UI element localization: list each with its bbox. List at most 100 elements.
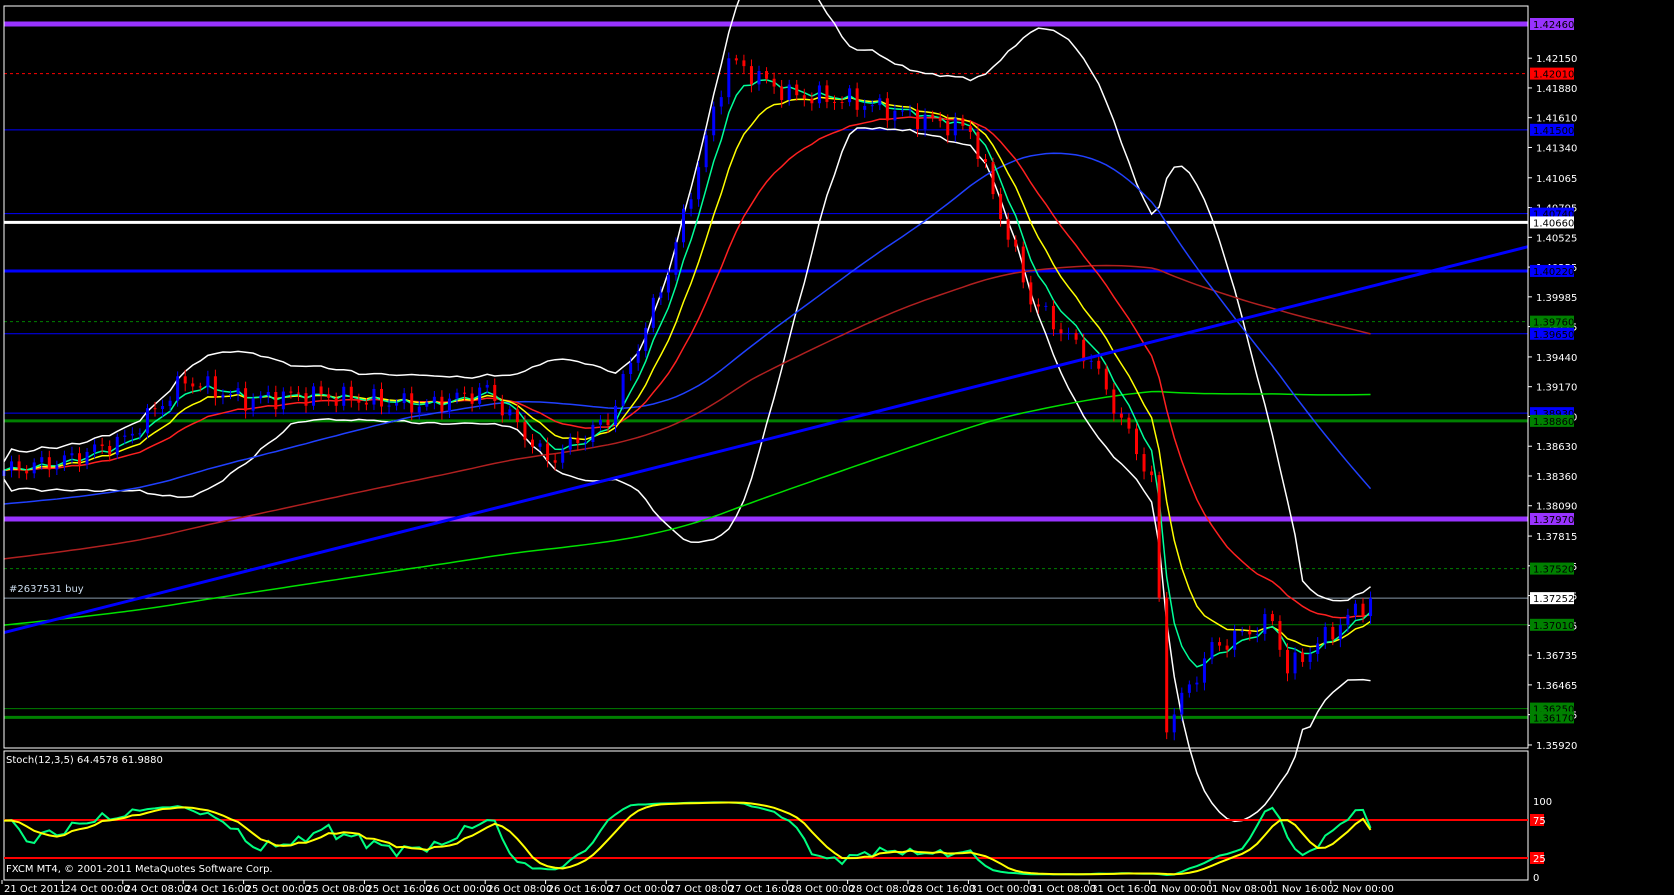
candle-body bbox=[213, 376, 217, 398]
candle-body bbox=[236, 388, 240, 394]
candle-body bbox=[1097, 360, 1101, 369]
candle-body bbox=[900, 110, 904, 112]
candle-body bbox=[1225, 645, 1229, 650]
candle-body bbox=[70, 453, 74, 456]
candle-body bbox=[863, 105, 867, 110]
candle-body bbox=[463, 392, 467, 394]
candle-body bbox=[953, 118, 957, 136]
price-tag: 1.40660 bbox=[1533, 218, 1574, 229]
candle-body bbox=[410, 393, 414, 413]
candle-body bbox=[704, 135, 708, 168]
stoch-level-label: 25 bbox=[1533, 854, 1546, 865]
x-tick-label: 25 Oct 16:00 bbox=[366, 884, 431, 895]
candle-body bbox=[1293, 652, 1297, 674]
candle-body bbox=[772, 78, 776, 87]
x-tick-label: 28 Oct 16:00 bbox=[910, 884, 975, 895]
candle-body bbox=[25, 470, 29, 474]
candle-body bbox=[674, 242, 678, 275]
candle-body bbox=[1067, 333, 1071, 335]
y-tick-label: 1.41880 bbox=[1536, 84, 1577, 95]
candle-body bbox=[372, 388, 376, 405]
candle-body bbox=[100, 444, 104, 447]
candle-body bbox=[659, 292, 663, 298]
price-tag: 1.42010 bbox=[1533, 70, 1574, 81]
trendline[interactable] bbox=[3, 245, 1529, 634]
y-tick-label: 1.38630 bbox=[1536, 442, 1577, 453]
candle-body bbox=[855, 88, 859, 110]
candle-body bbox=[380, 388, 383, 407]
main-pane-border bbox=[3, 5, 1529, 749]
candle-body bbox=[1112, 389, 1116, 414]
y-tick-label: 1.41065 bbox=[1536, 174, 1577, 185]
candle-body bbox=[281, 391, 285, 410]
x-tick-label: 25 Oct 00:00 bbox=[246, 884, 311, 895]
x-tick-label: 26 Oct 00:00 bbox=[427, 884, 492, 895]
x-tick-label: 25 Oct 08:00 bbox=[306, 884, 371, 895]
candle-body bbox=[568, 437, 572, 450]
y-tick-label: 1.40525 bbox=[1536, 233, 1577, 244]
candle-body bbox=[1172, 714, 1176, 733]
candle-body bbox=[1059, 329, 1063, 334]
candle-body bbox=[145, 408, 149, 434]
candle-body bbox=[938, 117, 942, 122]
candle-body bbox=[719, 97, 723, 107]
candle-body bbox=[961, 118, 965, 126]
y-tick-label: 1.38360 bbox=[1536, 472, 1577, 483]
candle-body bbox=[795, 84, 799, 96]
candle-body bbox=[266, 392, 270, 396]
copyright-label: FXCM MT4, © 2001-2011 MetaQuotes Softwar… bbox=[6, 864, 273, 875]
y-tick-label: 1.41610 bbox=[1536, 114, 1577, 125]
candle-body bbox=[1029, 282, 1033, 305]
ema-slow-line bbox=[3, 116, 1371, 619]
candle-body bbox=[349, 386, 353, 401]
candle-body bbox=[47, 457, 51, 470]
candle-body bbox=[780, 86, 784, 100]
candle-body bbox=[682, 208, 685, 243]
candle-body bbox=[304, 393, 308, 406]
price-tag: 1.41500 bbox=[1533, 126, 1574, 137]
candle-body bbox=[976, 131, 980, 159]
x-tick-label: 27 Oct 00:00 bbox=[608, 884, 673, 895]
candle-body bbox=[1353, 603, 1357, 615]
price-tag: 1.39650 bbox=[1533, 330, 1574, 341]
x-tick-label: 24 Oct 16:00 bbox=[185, 884, 250, 895]
x-tick-label: 24 Oct 08:00 bbox=[125, 884, 190, 895]
candle-body bbox=[523, 422, 527, 440]
candle-body bbox=[123, 435, 127, 437]
candle-body bbox=[244, 388, 248, 411]
candle-body bbox=[259, 395, 263, 399]
candle-body bbox=[878, 98, 882, 106]
candle-body bbox=[62, 455, 66, 466]
price-tag: 1.37520 bbox=[1533, 565, 1574, 576]
candle-body bbox=[130, 433, 134, 436]
candle-body bbox=[825, 85, 829, 102]
candle-body bbox=[251, 398, 255, 411]
candle-body bbox=[1021, 246, 1025, 283]
candle-body bbox=[1180, 692, 1184, 715]
candle-body bbox=[1119, 413, 1123, 418]
candle-body bbox=[1135, 428, 1138, 455]
candle-body bbox=[606, 420, 610, 426]
candle-body bbox=[40, 457, 44, 463]
candle-body bbox=[515, 409, 519, 423]
candle-body bbox=[327, 394, 331, 398]
candle-body bbox=[1240, 630, 1244, 632]
price-tags: 1.424601.420101.415001.407401.406601.402… bbox=[1530, 18, 1574, 724]
candle-body bbox=[651, 297, 655, 328]
price-tag: 1.38860 bbox=[1533, 417, 1574, 428]
candle-body bbox=[342, 386, 346, 406]
candle-body bbox=[999, 194, 1003, 220]
x-tick-label: 28 Oct 00:00 bbox=[789, 884, 854, 895]
y-tick-label: 1.35920 bbox=[1536, 741, 1577, 752]
candle-body bbox=[553, 460, 557, 463]
candle-body bbox=[493, 384, 497, 401]
candle-body bbox=[161, 406, 165, 410]
candle-body bbox=[757, 71, 761, 85]
ma-blue-line bbox=[3, 152, 1372, 505]
candle-body bbox=[576, 437, 580, 444]
x-tick-label: 31 Oct 16:00 bbox=[1091, 884, 1156, 895]
candle-body bbox=[621, 374, 625, 406]
stoch-level-label: 75 bbox=[1533, 816, 1546, 827]
chart-canvas[interactable]: 1.421501.418801.416101.413401.410651.407… bbox=[0, 0, 1674, 895]
order-label[interactable]: #2637531 buy bbox=[9, 584, 84, 595]
